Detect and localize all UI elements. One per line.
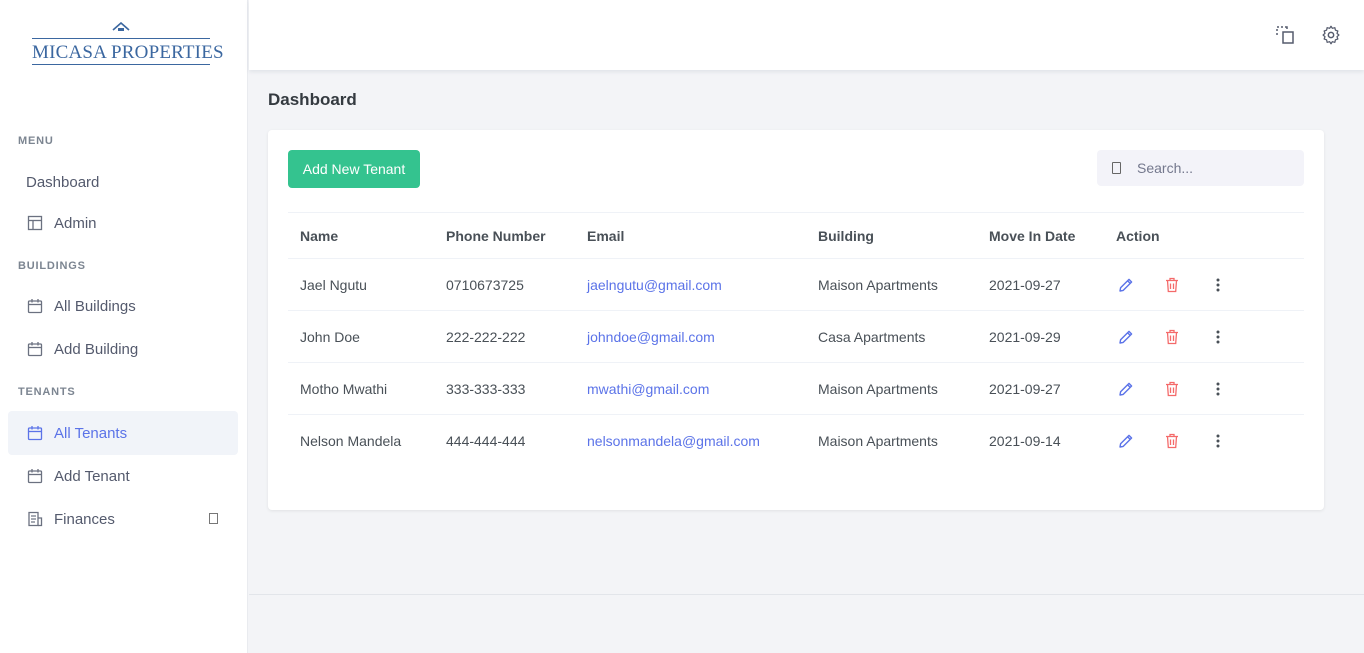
- sidebar-item-admin[interactable]: Admin: [8, 201, 238, 245]
- more-vertical-icon[interactable]: [1208, 379, 1228, 399]
- sidebar-item-all-tenants[interactable]: All Tenants: [8, 411, 238, 455]
- sidebar-item-label: Admin: [54, 214, 97, 232]
- calendar-icon: [26, 468, 43, 485]
- tenant-phone: 0710673725: [434, 258, 575, 311]
- sidebar-item-add-building[interactable]: Add Building: [8, 327, 238, 371]
- tenant-email-link[interactable]: nelsonmandela@gmail.com: [575, 415, 806, 467]
- sidebar-item-label: All Buildings: [54, 297, 136, 315]
- layout-icon: [26, 215, 43, 232]
- search-input[interactable]: [1137, 160, 1287, 176]
- tenant-move-in-date: 2021-09-29: [977, 310, 1104, 363]
- tenant-building: Casa Apartments: [806, 310, 977, 363]
- sidebar-item-label: Add Building: [54, 340, 139, 358]
- column-header-email: Email: [575, 212, 806, 259]
- column-header-name: Name: [288, 212, 434, 259]
- sidebar-item-add-tenant[interactable]: Add Tenant: [8, 454, 238, 498]
- logo-line-top: [32, 38, 210, 39]
- sidebar-item-label: Finances: [54, 510, 115, 528]
- tenant-building: Maison Apartments: [818, 432, 938, 449]
- search-icon: [1112, 162, 1121, 174]
- tenant-name: Motho Mwathi: [288, 362, 434, 415]
- house-roof-icon: [112, 22, 130, 31]
- edit-pencil-icon[interactable]: [1116, 379, 1136, 399]
- sidebar: MICASA PROPERTIES MENU Dashboard Admin B…: [0, 0, 248, 653]
- search-box[interactable]: [1097, 150, 1304, 186]
- tenant-move-in-date: 2021-09-27: [977, 258, 1104, 311]
- tenant-building: Maison Apartments: [806, 258, 977, 311]
- tenant-email-link[interactable]: mwathi@gmail.com: [575, 362, 806, 415]
- tenants-card: Add New Tenant Name Phone Number Email B…: [268, 130, 1324, 510]
- calendar-icon: [26, 298, 43, 315]
- logo-line-bottom: [32, 64, 210, 65]
- row-actions: [1104, 310, 1304, 363]
- column-header-action: Action: [1104, 212, 1304, 259]
- chevron-down-icon: [209, 513, 218, 524]
- edit-pencil-icon[interactable]: [1116, 275, 1136, 295]
- brand-logo[interactable]: MICASA PROPERTIES: [30, 22, 224, 70]
- calendar-icon: [26, 425, 43, 442]
- more-vertical-icon[interactable]: [1208, 431, 1228, 451]
- tenant-phone: 333-333-333: [434, 362, 575, 415]
- menu-section-title: MENU: [18, 135, 54, 147]
- edit-pencil-icon[interactable]: [1116, 327, 1136, 347]
- sidebar-item-all-buildings[interactable]: All Buildings: [8, 284, 238, 328]
- tenant-name: Nelson Mandela: [300, 432, 402, 449]
- row-actions: [1104, 362, 1304, 415]
- column-header-move-in-date: Move In Date: [977, 212, 1104, 259]
- footer-divider: [249, 594, 1364, 595]
- tenant-move-in-date: 2021-09-27: [977, 362, 1104, 415]
- tenant-phone: 222-222-222: [434, 310, 575, 363]
- tenants-table: Name Phone Number Email Building Move In…: [288, 212, 1304, 467]
- sidebar-item-label: All Tenants: [54, 424, 128, 442]
- fullscreen-icon[interactable]: [1274, 24, 1296, 46]
- sidebar-item-finances[interactable]: Finances: [8, 497, 238, 541]
- logo-text: MICASA PROPERTIES: [32, 42, 224, 63]
- column-header-building: Building: [806, 212, 977, 259]
- add-new-tenant-button[interactable]: Add New Tenant: [288, 150, 420, 188]
- gear-icon[interactable]: [1320, 24, 1342, 46]
- sidebar-item-label: Add Tenant: [54, 467, 130, 485]
- buildings-section-title: BUILDINGS: [18, 260, 86, 272]
- delete-trash-icon[interactable]: [1162, 379, 1182, 399]
- sidebar-item-label: Dashboard: [26, 173, 100, 191]
- tenants-section-title: TENANTS: [18, 386, 76, 398]
- tenant-email-link[interactable]: johndoe@gmail.com: [575, 310, 806, 363]
- page-title: Dashboard: [268, 90, 357, 109]
- edit-pencil-icon[interactable]: [1116, 431, 1136, 451]
- receipt-icon: [26, 511, 43, 528]
- calendar-icon: [26, 341, 43, 358]
- table-row: Motho Mwathi 333-333-333 mwathi@gmail.co…: [288, 362, 1304, 415]
- tenant-building: Maison Apartments: [806, 362, 977, 415]
- tenant-phone: 444-444-444: [446, 432, 526, 449]
- delete-trash-icon[interactable]: [1162, 327, 1182, 347]
- more-vertical-icon[interactable]: [1208, 275, 1228, 295]
- tenant-email-link[interactable]: jaelngutu@gmail.com: [575, 258, 806, 311]
- sidebar-item-dashboard[interactable]: Dashboard: [8, 160, 238, 204]
- row-actions: [1104, 415, 1304, 467]
- tenant-name: Jael Ngutu: [288, 258, 434, 311]
- tenant-name: John Doe: [288, 310, 434, 363]
- column-header-phone: Phone Number: [434, 212, 575, 259]
- more-vertical-icon[interactable]: [1208, 327, 1228, 347]
- table-row: John Doe 222-222-222 johndoe@gmail.com C…: [288, 310, 1304, 363]
- delete-trash-icon[interactable]: [1162, 431, 1182, 451]
- delete-trash-icon[interactable]: [1162, 275, 1182, 295]
- row-actions: [1104, 258, 1304, 311]
- table-row: Jael Ngutu 0710673725 jaelngutu@gmail.co…: [288, 258, 1304, 311]
- topbar: [249, 0, 1364, 70]
- tenant-move-in-date: 2021-09-14: [989, 432, 1061, 449]
- table-row: Nelson Mandela 444-444-444 nelsonmandela…: [288, 415, 1304, 467]
- table-header-row: Name Phone Number Email Building Move In…: [288, 212, 1304, 259]
